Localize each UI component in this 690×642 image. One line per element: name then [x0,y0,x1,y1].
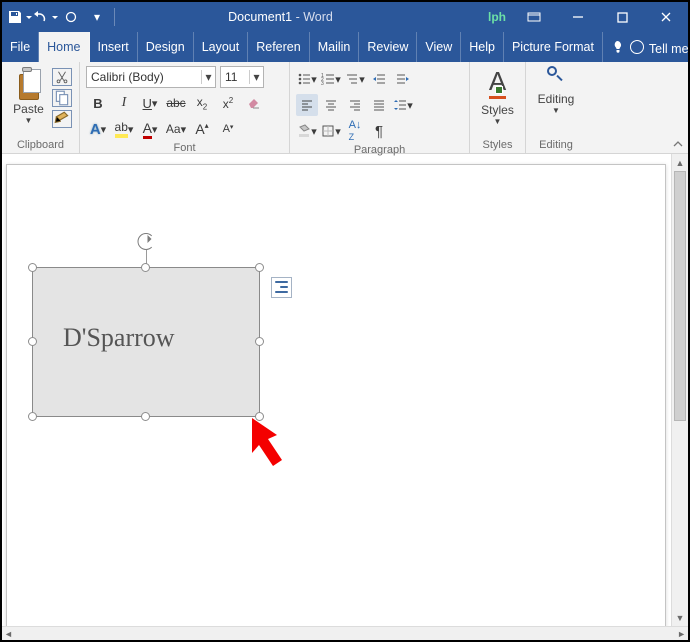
tab-mailings[interactable]: Mailin [310,32,360,62]
ribbon: Paste ▼ Clipboard ▾ ▾ B I [2,62,688,154]
close-button[interactable] [644,2,688,32]
maximize-button[interactable] [600,2,644,32]
selected-picture[interactable]: D'Sparrow [32,267,260,417]
page[interactable]: D'Sparrow [6,164,666,626]
signature-text: D'Sparrow [63,323,175,353]
tab-insert[interactable]: Insert [90,32,138,62]
italic-button[interactable]: I [112,92,136,114]
font-color-button[interactable]: A▾ [138,118,162,140]
ribbon-display-icon[interactable] [512,2,556,32]
app-name: Word [303,10,333,24]
resize-handle-nw[interactable] [28,263,37,272]
strikethrough-button[interactable]: abc [164,92,188,114]
scroll-left-button[interactable]: ◄ [4,629,13,639]
increase-indent-button[interactable] [392,68,414,90]
tab-review[interactable]: Review [359,32,417,62]
font-name-input[interactable] [87,70,201,84]
group-clipboard: Clipboard [8,137,73,153]
minimize-button[interactable] [556,2,600,32]
clear-format-button[interactable] [242,92,266,114]
scroll-up-button[interactable]: ▲ [672,154,688,171]
decrease-indent-button[interactable] [368,68,390,90]
resize-handle-s[interactable] [141,412,150,421]
save-button[interactable] [6,4,32,30]
redo-button[interactable] [58,4,84,30]
align-right-button[interactable] [344,94,366,116]
justify-button[interactable] [368,94,390,116]
resize-handle-e[interactable] [255,337,264,346]
chevron-down-icon[interactable]: ▾ [201,70,215,84]
bold-button[interactable]: B [86,92,110,114]
tab-picture-format[interactable]: Picture Format [504,32,603,62]
sort-button[interactable]: A↓Z [344,120,366,142]
group-editing: Editing [532,137,580,153]
tab-help[interactable]: Help [461,32,504,62]
line-spacing-button[interactable]: ▾ [392,94,414,116]
font-name-combo[interactable]: ▾ [86,66,216,88]
svg-text:3: 3 [321,81,324,86]
tab-layout[interactable]: Layout [194,32,249,62]
borders-button[interactable]: ▾ [320,120,342,142]
scrollbar-thumb[interactable] [674,171,686,421]
addin-icon[interactable]: lph [482,10,512,24]
tab-view[interactable]: View [417,32,461,62]
chevron-down-icon[interactable]: ▾ [249,70,263,84]
change-indicator-icon [495,86,503,94]
tab-file[interactable]: File [2,32,39,62]
multilevel-list-button[interactable]: ▾ [344,68,366,90]
document-area[interactable]: D'Sparrow ▲ ▼ [2,154,688,626]
highlight-button[interactable]: ab▾ [112,118,136,140]
format-painter-button[interactable] [52,110,72,128]
layout-options-button[interactable] [271,277,292,298]
resize-handle-w[interactable] [28,337,37,346]
paste-label: Paste [13,102,44,116]
shrink-font-button[interactable]: A▾ [216,118,240,140]
vertical-scrollbar[interactable]: ▲ ▼ [671,154,688,626]
text-effects-button[interactable]: A▾ [86,118,110,140]
qat-customize-button[interactable]: ▾ [84,4,110,30]
window-title: Document1 - Word [119,10,482,24]
resize-handle-ne[interactable] [255,263,264,272]
show-marks-button[interactable]: ¶ [368,120,390,142]
title-bar: ▾ Document1 - Word lph [2,2,688,32]
bullets-button[interactable]: ▾ [296,68,318,90]
copy-button[interactable] [52,89,72,107]
scroll-down-button[interactable]: ▼ [672,609,688,626]
grow-font-button[interactable]: A▴ [190,118,214,140]
superscript-button[interactable]: x2 [216,92,240,114]
undo-button[interactable] [32,4,58,30]
collapse-ribbon-button[interactable] [672,138,684,150]
editing-label: Editing [538,92,575,106]
editing-button[interactable]: Editing ▼ [538,66,575,115]
annotation-arrow-icon [249,415,299,470]
horizontal-scrollbar[interactable]: ◄ ► [2,626,688,640]
subscript-button[interactable]: x2 [190,92,214,114]
styles-icon: A [489,66,506,97]
styles-button[interactable]: A Styles ▼ [481,66,514,126]
align-left-button[interactable] [296,94,318,116]
font-size-combo[interactable]: ▾ [220,66,264,88]
resize-handle-n[interactable] [141,263,150,272]
resize-handle-sw[interactable] [28,412,37,421]
find-icon [547,66,565,84]
numbering-button[interactable]: 123▾ [320,68,342,90]
paste-icon [16,70,42,100]
shading-button[interactable]: ▾ [296,120,318,142]
tab-home[interactable]: Home [39,32,89,62]
change-case-button[interactable]: Aa▾ [164,118,188,140]
paste-button[interactable]: Paste ▼ [8,66,50,127]
ribbon-tabbar: File Home Insert Design Layout Referen M… [2,32,688,62]
document-name: Document1 [228,10,292,24]
tab-design[interactable]: Design [138,32,194,62]
rotate-handle[interactable] [138,233,155,250]
tab-references[interactable]: Referen [248,32,309,62]
tell-me-button[interactable]: Tell me [603,32,690,62]
scroll-right-button[interactable]: ► [677,629,686,639]
align-center-button[interactable] [320,94,342,116]
underline-button[interactable]: U▾ [138,92,162,114]
font-size-input[interactable] [221,70,249,84]
group-styles: Styles [476,137,519,153]
styles-label: Styles [481,103,514,117]
cut-button[interactable] [52,68,72,86]
